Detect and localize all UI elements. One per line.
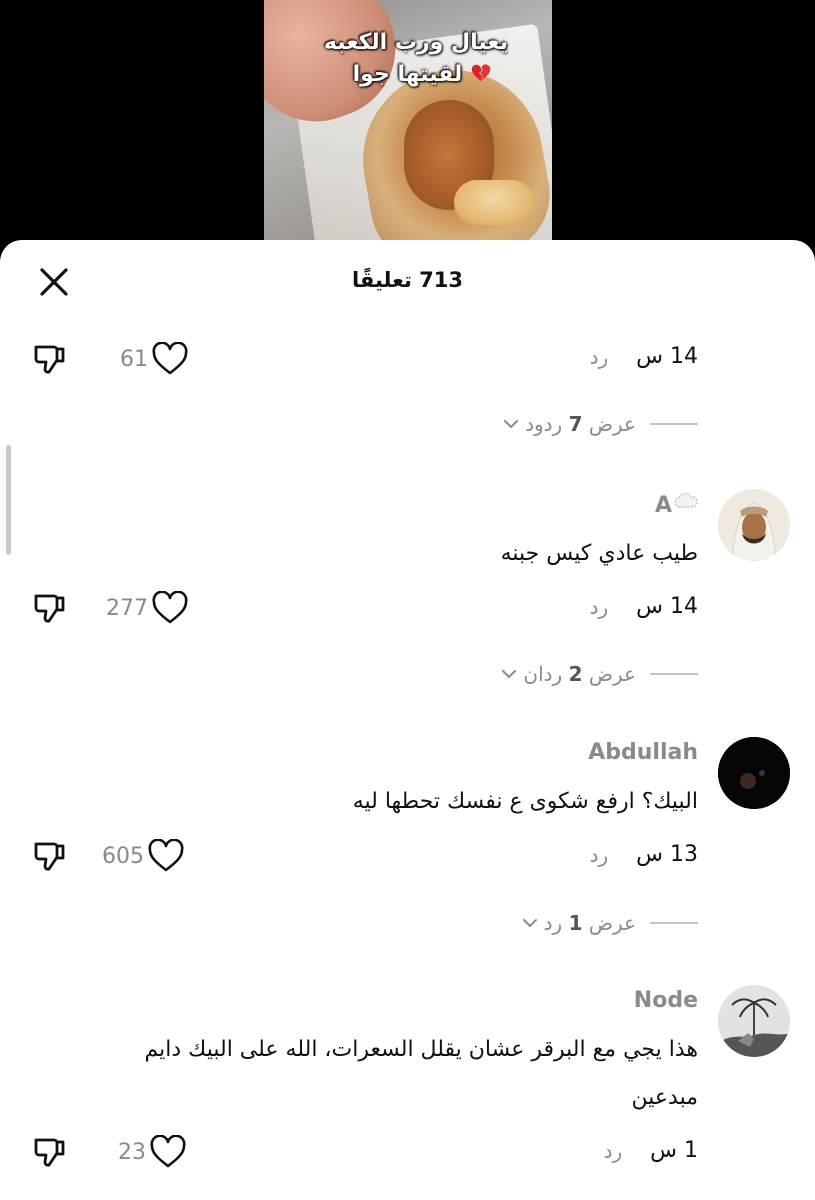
comments-sheet: 713 تعليقًا 61 14 س رد عرض 7 ردود A طيب … (0, 240, 815, 1200)
view-replies-label: عرض 1 رد (544, 911, 636, 935)
view-replies-button[interactable]: عرض 2 ردان (501, 662, 698, 686)
dislike-button[interactable] (32, 341, 68, 377)
avatar[interactable] (718, 985, 790, 1057)
avatar-image (718, 985, 790, 1057)
comment-time: 13 س (636, 842, 698, 867)
heart-outline-icon (150, 1135, 186, 1168)
author-name: A (654, 493, 672, 518)
avatar-image (718, 737, 790, 809)
comments-count-title: 713 تعليقًا (351, 268, 464, 292)
view-replies-suffix: ردود (525, 412, 563, 436)
heart-outline-icon (152, 342, 188, 375)
divider-line (650, 423, 698, 425)
comment-time: 1 س (650, 1138, 698, 1163)
comment-meta: 13 س رد (590, 842, 698, 867)
comment-text-line-1: هذا يجي مع البرقر عشان يقلل السعرات، الل… (144, 1037, 698, 1062)
comment-time: 14 س (636, 594, 698, 619)
view-replies-label: عرض 7 ردود (525, 412, 636, 436)
heart-outline-icon (152, 591, 188, 624)
view-replies-prefix: عرض (588, 412, 636, 436)
chevron-down-icon (504, 420, 519, 429)
video-caption-text: لقيتها جوا (352, 62, 463, 87)
view-replies-button[interactable]: عرض 7 ردود (503, 412, 698, 436)
thumbs-down-icon (34, 594, 65, 623)
video-caption-line-2: لقيتها جوا (264, 62, 496, 87)
reply-button[interactable]: رد (590, 595, 609, 619)
view-replies-prefix: عرض (588, 662, 636, 686)
heart-outline-icon (148, 839, 184, 872)
view-replies-suffix: ردان (523, 662, 563, 686)
like-button[interactable]: 61 (120, 342, 188, 376)
cheese-bag (454, 180, 534, 225)
comment-time: 14 س (636, 344, 698, 369)
like-button[interactable]: 605 (102, 839, 184, 873)
like-button[interactable]: 277 (106, 591, 188, 625)
comment-text: طيب عادي كيس جبنه (500, 541, 698, 566)
comment-meta: 1 س رد (604, 1138, 698, 1163)
like-button[interactable]: 23 (118, 1135, 186, 1169)
chevron-down-icon (522, 919, 537, 928)
comment-text: هذا يجي مع البرقر عشان يقلل السعرات، الل… (145, 1026, 698, 1122)
thumbs-down-icon (34, 345, 65, 374)
view-replies-count: 2 (568, 662, 583, 686)
comment-text-line-2: مبدعين (631, 1085, 698, 1110)
broken-heart-icon (471, 64, 491, 82)
thumbs-down-icon (34, 842, 65, 871)
chevron-down-icon (502, 670, 517, 679)
like-count: 23 (118, 1139, 146, 1165)
video-thumbnail[interactable]: يعيال ورب الكعبه لقيتها جوا (264, 0, 552, 260)
reply-button[interactable]: رد (590, 345, 609, 369)
reply-button[interactable]: رد (604, 1139, 623, 1163)
divider-line (650, 922, 698, 924)
comment-author[interactable]: Abdullah (588, 740, 698, 765)
like-count: 605 (102, 843, 144, 869)
view-replies-suffix: رد (543, 911, 563, 935)
dislike-button[interactable] (32, 590, 68, 626)
divider-line (650, 673, 698, 675)
like-count: 277 (106, 595, 148, 621)
comment-meta: 14 س رد (590, 344, 698, 369)
comment-meta: 14 س رد (590, 594, 698, 619)
view-replies-label: عرض 2 ردان (523, 662, 636, 686)
comment-text: البيك؟ ارفع شكوى ع نفسك تحطها ليه (352, 789, 698, 814)
video-caption-line-1: يعيال ورب الكعبه (323, 30, 508, 55)
comment-author[interactable]: A (655, 492, 698, 518)
scrollbar[interactable] (6, 445, 11, 555)
thumbs-down-icon (34, 1138, 65, 1167)
view-replies-count: 1 (568, 911, 583, 935)
view-replies-button[interactable]: عرض 1 رد (522, 911, 698, 935)
reply-button[interactable]: رد (590, 843, 609, 867)
cloud-icon (674, 492, 698, 508)
avatar[interactable] (718, 489, 790, 561)
sheet-header: 713 تعليقًا (0, 240, 815, 324)
like-count: 61 (120, 346, 148, 372)
avatar-image (718, 489, 790, 561)
dislike-button[interactable] (32, 1134, 68, 1170)
view-replies-count: 7 (568, 412, 583, 436)
avatar[interactable] (718, 737, 790, 809)
dislike-button[interactable] (32, 838, 68, 874)
view-replies-prefix: عرض (588, 911, 636, 935)
comment-author[interactable]: Node (634, 988, 698, 1013)
